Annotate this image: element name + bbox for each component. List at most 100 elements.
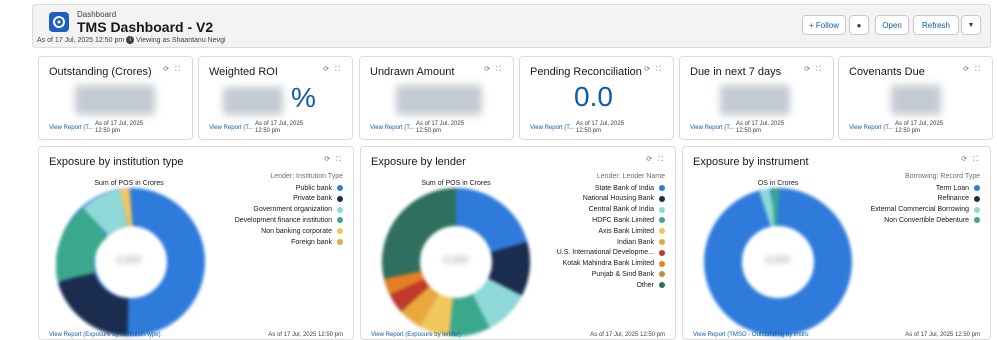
kpi-as-of: As of 17 Jul, 2025 12:50 pm	[95, 121, 144, 134]
legend-label: Kotak Mahindra Bank Limited	[562, 260, 654, 268]
card-tools[interactable]: ⟳ ⛶	[163, 65, 182, 74]
legend-label: HDFC Bank Limited	[592, 216, 654, 224]
card-tools[interactable]: ⟳ ⛶	[644, 65, 663, 74]
card-tools[interactable]: ⟳ ⛶	[484, 65, 503, 74]
legend-label: Term Loan	[935, 184, 969, 192]
card-tools[interactable]: ⟳ ⛶	[804, 65, 823, 74]
legend-swatch	[974, 206, 980, 213]
kpi-title: Due in next 7 days	[690, 66, 782, 78]
legend-item[interactable]: Kotak Mahindra Bank Limited	[563, 259, 665, 269]
legend-item[interactable]: Indian Bank	[617, 237, 665, 247]
legend-item[interactable]: Punjab & Sind Bank	[592, 269, 665, 279]
kpi-as-of: As of 17 Jul, 2025 12:50 pm	[576, 121, 625, 134]
legend-label: Indian Bank	[617, 238, 654, 246]
info-icon[interactable]: i	[126, 36, 135, 44]
kpi-view-report-link[interactable]: View Report (T...	[690, 125, 734, 131]
kpi-as-of: As of 17 Jul, 2025 12:50 pm	[416, 121, 465, 134]
card-tools[interactable]: ⟳ ⛶	[323, 65, 342, 74]
kpi-value-redacted	[720, 85, 790, 115]
kpi-view-report-link[interactable]: View Report (T...	[209, 125, 253, 131]
kpi-view-report-link[interactable]: View Report (T...	[530, 125, 574, 131]
kpi-value-redacted	[891, 85, 941, 115]
legend-swatch	[337, 195, 343, 202]
legend-swatch	[974, 185, 980, 191]
legend-item[interactable]: Development finance institution	[235, 215, 343, 225]
legend-label: Government organization	[253, 206, 332, 214]
legend-swatch	[659, 195, 665, 202]
legend-item[interactable]: Refinance	[937, 194, 980, 204]
measure-label: Sum of POS in Crores	[421, 180, 491, 187]
legend-swatch	[337, 206, 343, 213]
legend-label: Axis Bank Limited	[598, 227, 654, 235]
more-actions-button[interactable]: ▼	[961, 15, 981, 35]
card-tools[interactable]: ⟳ ⛶	[963, 65, 982, 74]
legend-item[interactable]: National Housing Bank	[583, 194, 665, 204]
kpi-value-redacted	[223, 87, 283, 115]
follow-button[interactable]: + Follow	[802, 15, 846, 35]
kpi-view-report-link[interactable]: View Report (T...	[370, 125, 414, 131]
legend-label: Development finance institution	[234, 216, 332, 224]
view-report-link[interactable]: View Report (Exposure by lender)	[371, 332, 461, 338]
view-report-link[interactable]: View Report (Exposure by institution typ…	[49, 332, 161, 338]
kpi-title: Undrawn Amount	[370, 66, 455, 78]
subscribe-button[interactable]: ●	[849, 15, 869, 35]
kpi-card-due-next-7-days: Due in next 7 days ⟳ ⛶ View Report (T...…	[679, 56, 834, 140]
legend-item[interactable]: Non Convertible Debenture	[884, 215, 980, 225]
kpi-value: 0.0	[574, 81, 613, 112]
legend-swatch	[659, 206, 665, 213]
legend-label: External Commercial Borrowing	[870, 206, 969, 214]
chart-card-lender: Exposure by lender ⟳ ⛶ Sum of POS in Cro…	[360, 146, 676, 340]
legend-label: State Bank of India	[594, 184, 654, 192]
legend-swatch	[337, 228, 343, 235]
legend-item[interactable]: Foreign bank	[291, 237, 343, 247]
as-of-text: As of 17 Jul, 2025 12:50 pm	[37, 36, 125, 44]
viewing-as-text: Viewing as Shaantanu Nevgi	[136, 36, 226, 44]
kpi-as-of: As of 17 Jul, 2025 12:50 pm	[895, 121, 944, 134]
legend-title: Lender: Institution Type	[270, 173, 343, 180]
legend-title: Borrowing: Record Type	[905, 173, 980, 180]
legend-item[interactable]: Public bank	[296, 183, 343, 193]
chart-card-instrument: Exposure by instrument ⟳ ⛶ OS in Crores …	[682, 146, 991, 340]
legend-item[interactable]: U.S. International Developme...	[557, 248, 665, 258]
kpi-card-weighted-roi: Weighted ROI ⟳ ⛶ % View Report (T... As …	[198, 56, 353, 140]
legend-label: Public bank	[295, 184, 332, 192]
chart-card-institution-type: Exposure by institution type ⟳ ⛶ Sum of …	[38, 146, 354, 340]
legend-label: National Housing Bank	[582, 195, 654, 203]
legend-item[interactable]: Axis Bank Limited	[598, 226, 665, 236]
legend-item[interactable]: Central Bank of India	[589, 205, 665, 215]
legend-label: Refinance	[937, 195, 969, 203]
donut-total-redacted: 0,000	[443, 255, 469, 266]
legend-item[interactable]: Government organization	[253, 205, 343, 215]
card-tools[interactable]: ⟳ ⛶	[961, 155, 980, 164]
legend-swatch	[974, 217, 980, 224]
legend-label: Foreign bank	[291, 238, 332, 246]
legend-swatch	[974, 195, 980, 202]
legend-swatch	[337, 239, 343, 245]
legend-item[interactable]: HDFC Bank Limited	[592, 215, 665, 225]
legend-swatch	[659, 271, 665, 278]
chevron-down-icon: ▼	[967, 21, 975, 29]
card-tools[interactable]: ⟳ ⛶	[324, 155, 343, 164]
subscribe-icon: ●	[856, 20, 862, 30]
legend-item[interactable]: State Bank of India	[595, 183, 665, 193]
legend-item[interactable]: External Commercial Borrowing	[871, 205, 980, 215]
legend-label: U.S. International Developme...	[556, 249, 654, 257]
legend-item[interactable]: Other	[636, 280, 665, 290]
kpi-view-report-link[interactable]: View Report (T...	[49, 125, 93, 131]
chart-title: Exposure by instrument	[693, 156, 809, 168]
donut-total-redacted: 0,000	[116, 255, 142, 266]
measure-label: OS in Crores	[757, 180, 799, 187]
legend-item[interactable]: Private bank	[293, 194, 343, 204]
refresh-button[interactable]: Refresh	[913, 15, 959, 35]
open-button[interactable]: Open	[875, 15, 909, 35]
kpi-view-report-link[interactable]: View Report (T...	[849, 125, 893, 131]
legend-item[interactable]: Non banking corporate	[261, 226, 343, 236]
card-tools[interactable]: ⟳ ⛶	[646, 155, 665, 164]
chart-title: Exposure by institution type	[49, 156, 184, 168]
chart-as-of: As of 17 Jul, 2025 12:50 pm	[268, 332, 343, 338]
header-subline: As of 17 Jul, 2025 12:50 pm i Viewing as…	[37, 36, 226, 44]
breadcrumb[interactable]: Dashboard	[77, 10, 116, 19]
dashboard-header: Dashboard TMS Dashboard - V2 As of 17 Ju…	[32, 4, 991, 48]
view-report-link[interactable]: View Report (TMSO - Outstanding by instr…	[693, 332, 809, 338]
legend-item[interactable]: Term Loan	[936, 183, 980, 193]
